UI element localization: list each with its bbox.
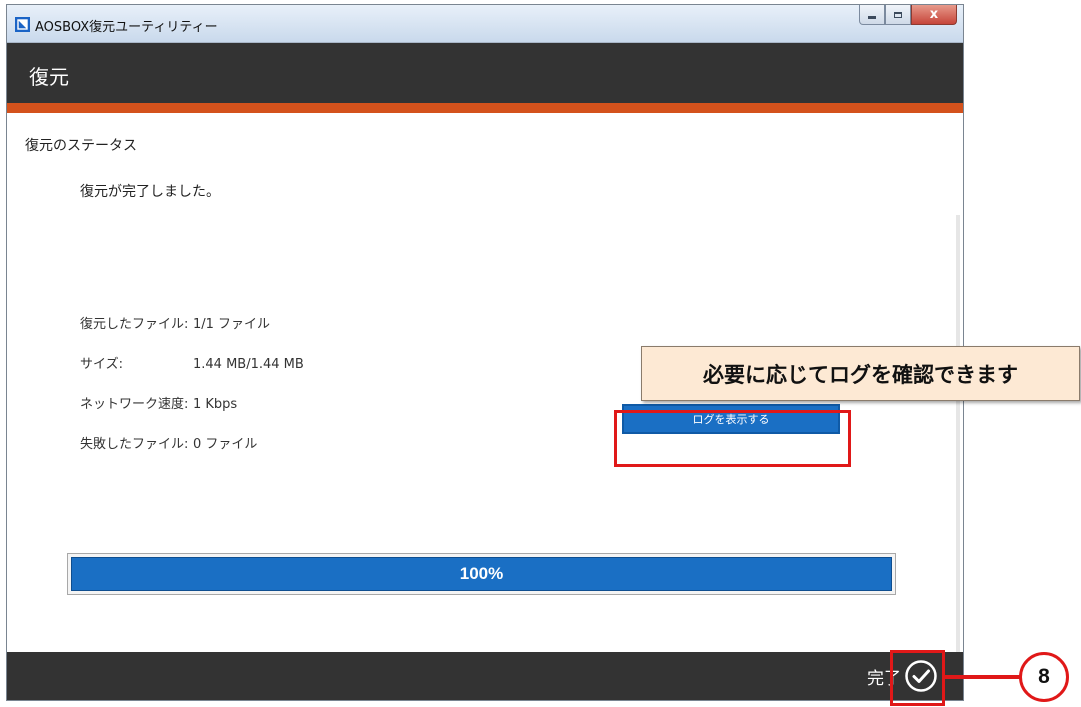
info-label: 失敗したファイル:: [80, 437, 189, 452]
log-button-highlight: [614, 410, 851, 467]
minimize-icon: [868, 15, 876, 19]
progress-fill: 100%: [71, 557, 892, 591]
app-logo-icon: [15, 17, 30, 32]
info-label: 復元したファイル:: [80, 317, 189, 332]
info-row-size: サイズ: 1.44 MB/1.44 MB: [80, 353, 304, 372]
step-connector-line: [945, 675, 1021, 679]
close-button[interactable]: x: [911, 5, 957, 25]
progress-bar: 100%: [67, 553, 896, 595]
scroll-track: [956, 215, 960, 655]
info-row-restored-files: 復元したファイル: 1/1 ファイル: [80, 313, 270, 332]
info-label: サイズ:: [80, 357, 123, 372]
step-number-badge: 8: [1019, 652, 1069, 702]
info-row-network-speed: ネットワーク速度: 1 Kbps: [80, 393, 237, 412]
close-icon: x: [929, 7, 939, 22]
maximize-button[interactable]: [885, 5, 911, 25]
info-value: 0 ファイル: [193, 437, 258, 452]
callout-note: 必要に応じてログを確認できます: [641, 346, 1080, 401]
window-controls: x: [859, 5, 957, 26]
footer-bar: 完了: [7, 652, 963, 700]
accent-bar: [7, 103, 963, 113]
section-title: 復元のステータス: [25, 138, 137, 154]
done-button-highlight: [890, 650, 945, 706]
info-row-failed-files: 失敗したファイル: 0 ファイル: [80, 433, 257, 452]
status-message: 復元が完了しました。: [80, 184, 220, 200]
maximize-icon: [894, 11, 902, 18]
title-bar[interactable]: AOSBOX復元ユーティリティー x: [7, 5, 963, 43]
page-title: 復元: [29, 65, 69, 89]
info-value: 1.44 MB/1.44 MB: [193, 357, 304, 372]
info-value: 1/1 ファイル: [193, 317, 271, 332]
info-value: 1 Kbps: [193, 397, 238, 412]
info-label: ネットワーク速度:: [80, 397, 189, 412]
page-header: 復元: [7, 43, 963, 103]
window-title: AOSBOX復元ユーティリティー: [35, 20, 218, 35]
minimize-button[interactable]: [859, 5, 885, 25]
